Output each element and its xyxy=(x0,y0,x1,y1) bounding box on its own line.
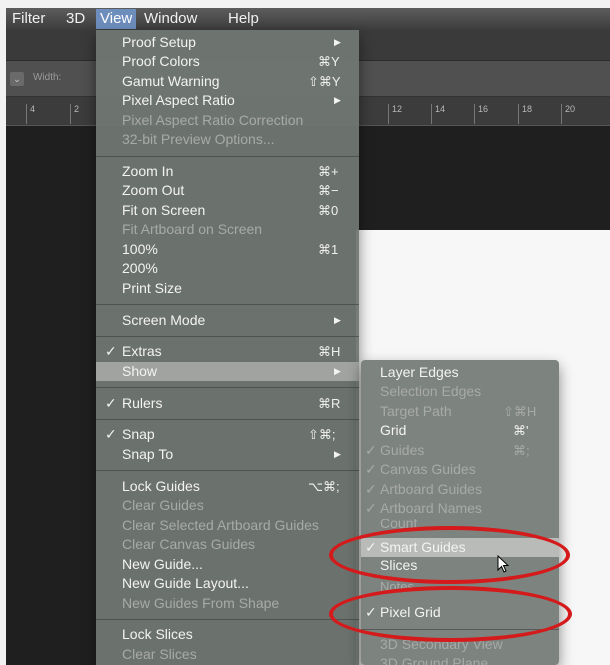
submenu-arrow-icon: ▶ xyxy=(334,95,341,105)
menu-item-pixel-aspect-ratio-correction: Pixel Aspect Ratio Correction xyxy=(122,112,304,128)
ruler-tick: 20 xyxy=(561,104,575,124)
menu-item-snap[interactable]: ✓ Snap ⇧⌘; xyxy=(96,425,359,444)
menu-item-grid[interactable]: Grid ⌘' xyxy=(361,421,559,440)
checkmark-icon: ✓ xyxy=(105,395,117,411)
ruler-tick: 18 xyxy=(518,104,532,124)
menu-item-fit-on-screen[interactable]: Fit on Screen ⌘0 xyxy=(96,201,359,220)
ruler-tick: 4 xyxy=(26,104,35,124)
menu-item-proof-colors[interactable]: Proof Colors ⌘Y xyxy=(96,52,359,71)
menu-item-clear-guides: Clear Guides xyxy=(122,497,204,513)
menu-item-extras[interactable]: ✓ Extras ⌘H xyxy=(96,342,359,361)
menu-item-gamut-warning[interactable]: Gamut Warning ⇧⌘Y xyxy=(96,72,359,91)
menu-item-canvas-guides: ✓ Canvas Guides xyxy=(365,461,476,477)
menu-item-clear-selected-artboard-guides: Clear Selected Artboard Guides xyxy=(122,517,319,533)
submenu-arrow-icon: ▶ xyxy=(334,449,341,459)
menu-view[interactable]: View xyxy=(96,9,137,29)
menu-item-proof-setup[interactable]: Proof Setup ▶ xyxy=(96,33,359,52)
menu-filter[interactable]: Filter xyxy=(12,10,45,28)
menu-item-lock-guides[interactable]: Lock Guides ⌥⌘; xyxy=(96,477,359,496)
menu-item-clear-canvas-guides: Clear Canvas Guides xyxy=(122,536,256,552)
checkmark-icon: ✓ xyxy=(365,500,377,516)
highlight-ring-smart-guides xyxy=(329,526,570,584)
menu-item-show[interactable]: Show ▶ xyxy=(96,362,359,381)
menu-item-guides: ✓ Guides ⌘; xyxy=(365,442,530,458)
menu-item-snap-to[interactable]: Snap To ▶ xyxy=(96,445,359,464)
ruler-tick: 12 xyxy=(388,104,402,124)
menu-item-200-percent[interactable]: 200% xyxy=(96,259,359,278)
menu-item-print-size[interactable]: Print Size xyxy=(96,279,359,298)
menu-item-fit-artboard-on-screen: Fit Artboard on Screen xyxy=(122,221,263,237)
menu-item-lock-slices[interactable]: Lock Slices xyxy=(96,625,359,644)
menu-item-screen-mode[interactable]: Screen Mode ▶ xyxy=(96,311,359,330)
menu-item-32bit-preview-options: 32-bit Preview Options... xyxy=(122,131,275,147)
menu-separator xyxy=(96,156,359,157)
submenu-arrow-icon: ▶ xyxy=(334,366,341,376)
chevron-down-icon[interactable]: ⌄ xyxy=(10,72,24,86)
menu-item-layer-edges[interactable]: Layer Edges xyxy=(361,363,559,382)
checkmark-icon: ✓ xyxy=(365,461,377,477)
menu-separator xyxy=(96,336,359,337)
menu-item-rulers[interactable]: ✓ Rulers ⌘R xyxy=(96,394,359,413)
menu-item-artboard-names: ✓ Artboard Names xyxy=(365,500,482,516)
submenu-arrow-icon: ▶ xyxy=(334,37,341,47)
menu-item-selection-edges: Selection Edges xyxy=(380,383,482,399)
menu-item-target-path: Target Path ⇧⌘H xyxy=(380,403,537,419)
menu-item-artboard-guides: ✓ Artboard Guides xyxy=(365,481,482,497)
menu-3d[interactable]: 3D xyxy=(66,10,85,28)
ruler-tick: 16 xyxy=(474,104,488,124)
menu-bar: Filter 3D View Window Help xyxy=(6,8,610,30)
menu-separator xyxy=(96,419,359,420)
submenu-arrow-icon: ▶ xyxy=(334,315,341,325)
view-menu-dropdown: Proof Setup ▶ Proof Colors ⌘Y Gamut Warnin… xyxy=(96,30,359,665)
checkmark-icon: ✓ xyxy=(105,426,117,442)
menu-item-3d-ground-plane: 3D Ground Plane xyxy=(380,655,489,665)
menu-separator xyxy=(96,304,359,305)
width-label: Width: xyxy=(33,72,62,83)
menu-item-new-guides-from-shape: New Guides From Shape xyxy=(122,595,280,611)
menu-separator xyxy=(96,619,359,620)
menu-item-zoom-in[interactable]: Zoom In ⌘+ xyxy=(96,162,359,181)
highlight-ring-pixel-grid xyxy=(329,586,572,642)
menu-item-zoom-out[interactable]: Zoom Out ⌘− xyxy=(96,181,359,200)
menu-item-clear-slices: Clear Slices xyxy=(122,646,197,662)
menu-item-new-guide-layout[interactable]: New Guide Layout... xyxy=(96,574,359,593)
menu-help[interactable]: Help xyxy=(228,10,259,28)
checkmark-icon: ✓ xyxy=(365,442,377,458)
menu-item-pixel-aspect-ratio[interactable]: Pixel Aspect Ratio ▶ xyxy=(96,91,359,110)
menu-item-100-percent[interactable]: 100% ⌘1 xyxy=(96,240,359,259)
menu-item-new-guide[interactable]: New Guide... xyxy=(96,555,359,574)
menu-window[interactable]: Window xyxy=(144,10,197,28)
ruler-tick: 14 xyxy=(431,104,445,124)
checkmark-icon: ✓ xyxy=(105,343,117,359)
checkmark-icon: ✓ xyxy=(365,481,377,497)
menu-separator xyxy=(96,470,359,471)
ruler-tick: 2 xyxy=(70,104,79,124)
menu-separator xyxy=(96,387,359,388)
mouse-pointer-icon xyxy=(497,555,510,573)
app-window: Filter 3D View Window Help ⌄ Width: 4 2 … xyxy=(6,8,610,665)
